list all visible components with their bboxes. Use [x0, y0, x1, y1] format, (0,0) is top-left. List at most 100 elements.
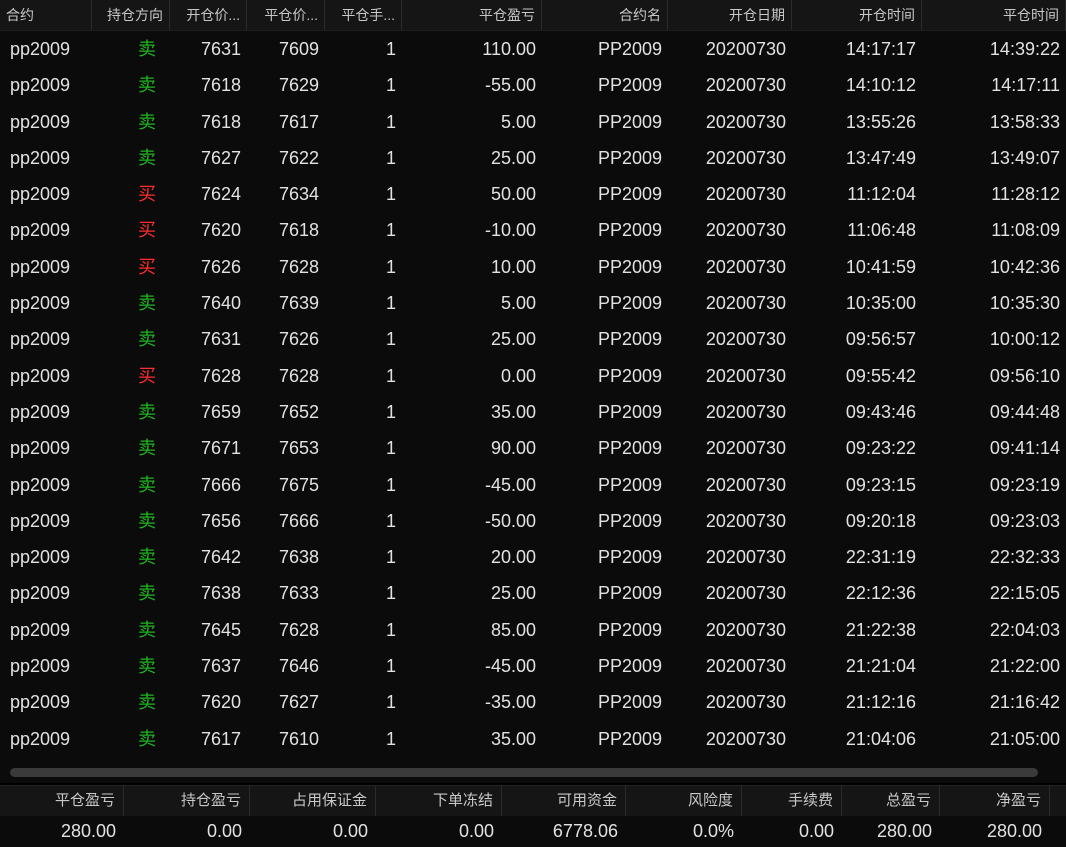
column-header-close-time[interactable]: 平仓时间	[922, 0, 1066, 30]
column-header-close-pnl[interactable]: 平仓盈亏	[402, 0, 542, 30]
table-row[interactable]: pp2009 卖 7640 7639 1 5.00 PP2009 20200730 10:35:…	[0, 285, 1066, 321]
cell-open-price: 7628	[200, 365, 241, 386]
cell-open-price: 7620	[200, 692, 241, 713]
account-summary-values: 280.00 0.00 0.00 0.00 6778.06 0.0% 0.00 280.00 2…	[0, 816, 1066, 847]
cell-open-price: 7620	[200, 220, 241, 241]
cell-close-qty: 1	[385, 365, 396, 386]
cell-contract-name: PP2009	[597, 293, 662, 314]
cell-close-time: 21:22:00	[989, 656, 1060, 677]
cell-direction: 卖	[138, 39, 156, 59]
table-row[interactable]: pp2009 卖 7638 7633 1 25.00 PP2009 20200730 22:12…	[0, 575, 1066, 611]
cell-close-price: 7628	[278, 256, 319, 277]
summary-value-order-frozen: 0.00	[458, 821, 494, 841]
column-header-contract[interactable]: 合约	[0, 0, 92, 30]
cell-open-price: 7627	[200, 147, 241, 168]
table-row[interactable]: pp2009 卖 7671 7653 1 90.00 PP2009 20200730 09:23…	[0, 430, 1066, 466]
cell-open-time: 21:12:16	[845, 692, 916, 713]
column-header-direction[interactable]: 持仓方向	[92, 0, 170, 30]
cell-contract-name: PP2009	[597, 401, 662, 422]
cell-open-date: 20200730	[705, 365, 786, 386]
column-header-open-date[interactable]: 开仓日期	[668, 0, 792, 30]
table-row[interactable]: pp2009 卖 7637 7646 1 -45.00 PP2009 20200730 21:2…	[0, 648, 1066, 684]
column-header-open-price[interactable]: 开仓价...	[170, 0, 247, 30]
cell-close-price: 7638	[278, 547, 319, 568]
cell-open-date: 20200730	[705, 474, 786, 495]
cell-close-time: 22:15:05	[989, 583, 1060, 604]
summary-value-margin-used: 0.00	[332, 821, 368, 841]
table-row[interactable]: pp2009 买 7624 7634 1 50.00 PP2009 20200730 11:12…	[0, 176, 1066, 212]
cell-open-time: 11:12:04	[847, 184, 916, 205]
table-row[interactable]: pp2009 卖 7627 7622 1 25.00 PP2009 20200730 13:47…	[0, 140, 1066, 176]
cell-contract-name: PP2009	[597, 728, 662, 749]
cell-close-price: 7610	[278, 728, 319, 749]
table-row[interactable]: pp2009 卖 7620 7627 1 -35.00 PP2009 20200730 21:1…	[0, 684, 1066, 720]
table-row[interactable]: pp2009 卖 7656 7666 1 -50.00 PP2009 20200730 09:2…	[0, 503, 1066, 539]
cell-close-price: 7666	[278, 510, 319, 531]
cell-close-time: 14:39:22	[989, 39, 1060, 59]
cell-open-time: 22:31:19	[845, 547, 916, 568]
cell-close-price: 7609	[278, 39, 319, 59]
cell-close-time: 22:04:03	[989, 619, 1060, 640]
summary-value-position-pnl: 0.00	[206, 821, 242, 841]
table-row[interactable]: pp2009 卖 7618 7629 1 -55.00 PP2009 20200730 14:1…	[0, 67, 1066, 103]
table-row[interactable]: pp2009 卖 7631 7626 1 25.00 PP2009 20200730 09:56…	[0, 321, 1066, 357]
cell-close-price: 7617	[278, 111, 319, 132]
cell-contract: pp2009	[10, 547, 71, 568]
horizontal-scrollbar[interactable]	[10, 768, 1038, 777]
cell-close-time: 11:28:12	[991, 184, 1060, 205]
cell-direction: 卖	[138, 111, 156, 132]
table-row[interactable]: pp2009 卖 7659 7652 1 35.00 PP2009 20200730 09:43…	[0, 394, 1066, 430]
cell-contract: pp2009	[10, 220, 71, 241]
cell-close-time: 22:32:33	[989, 547, 1060, 568]
cell-close-pnl: 5.00	[500, 111, 536, 132]
cell-open-price: 7671	[200, 438, 241, 459]
table-row[interactable]: pp2009 买 7626 7628 1 10.00 PP2009 20200730 10:41…	[0, 249, 1066, 285]
cell-close-qty: 1	[385, 147, 396, 168]
cell-close-qty: 1	[385, 111, 396, 132]
table-row[interactable]: pp2009 卖 7617 7610 1 35.00 PP2009 20200730 21:04…	[0, 721, 1066, 757]
cell-open-time: 09:43:46	[845, 401, 916, 422]
table-row[interactable]: pp2009 卖 7642 7638 1 20.00 PP2009 20200730 22:31…	[0, 539, 1066, 575]
account-summary-header: 平仓盈亏 持仓盈亏 占用保证金 下单冻结 可用资金 风险度 手续费 总盈亏 净盈亏	[0, 785, 1066, 816]
column-header-open-time[interactable]: 开仓时间	[792, 0, 922, 30]
cell-close-qty: 1	[385, 329, 396, 350]
cell-close-pnl: 35.00	[490, 401, 536, 422]
cell-close-time: 09:44:48	[989, 401, 1060, 422]
cell-open-price: 7638	[200, 583, 241, 604]
table-row[interactable]: pp2009 卖 7631 7609 1 110.00 PP2009 20200730 14:1…	[0, 31, 1066, 67]
cell-close-time: 11:08:09	[991, 220, 1060, 241]
cell-direction: 卖	[138, 692, 156, 713]
cell-open-date: 20200730	[705, 583, 786, 604]
cell-close-pnl: 90.00	[490, 438, 536, 459]
cell-open-date: 20200730	[705, 184, 786, 205]
cell-contract-name: PP2009	[597, 39, 662, 59]
table-row[interactable]: pp2009 卖 7666 7675 1 -45.00 PP2009 20200730 09:2…	[0, 467, 1066, 503]
cell-direction: 卖	[138, 438, 156, 459]
cell-open-date: 20200730	[705, 256, 786, 277]
cell-contract: pp2009	[10, 401, 71, 422]
cell-contract: pp2009	[10, 184, 71, 205]
column-header-close-price[interactable]: 平仓价...	[247, 0, 325, 30]
table-row[interactable]: pp2009 买 7628 7628 1 0.00 PP2009 20200730 09:55:…	[0, 358, 1066, 394]
summary-value-commission: 0.00	[798, 821, 834, 841]
cell-direction: 卖	[138, 293, 156, 314]
cell-direction: 卖	[138, 583, 156, 604]
column-header-close-qty[interactable]: 平仓手...	[325, 0, 402, 30]
summary-label-available-funds: 可用资金	[502, 786, 626, 816]
cell-contract: pp2009	[10, 619, 71, 640]
cell-close-qty: 1	[385, 474, 396, 495]
column-header-contract-name[interactable]: 合约名	[542, 0, 668, 30]
cell-close-price: 7628	[278, 619, 319, 640]
cell-open-time: 13:55:26	[845, 111, 916, 132]
cell-open-date: 20200730	[705, 401, 786, 422]
table-row[interactable]: pp2009 卖 7645 7628 1 85.00 PP2009 20200730 21:22…	[0, 612, 1066, 648]
cell-open-time: 09:23:22	[845, 438, 916, 459]
summary-label-position-pnl: 持仓盈亏	[124, 786, 250, 816]
table-row[interactable]: pp2009 卖 7618 7617 1 5.00 PP2009 20200730 13:55:…	[0, 104, 1066, 140]
cell-contract: pp2009	[10, 583, 71, 604]
cell-close-time: 13:49:07	[989, 147, 1060, 168]
table-row[interactable]: pp2009 买 7620 7618 1 -10.00 PP2009 20200730 11:0…	[0, 212, 1066, 248]
cell-open-date: 20200730	[705, 75, 786, 96]
cell-close-time: 09:41:14	[989, 438, 1060, 459]
cell-open-time: 09:55:42	[845, 365, 916, 386]
